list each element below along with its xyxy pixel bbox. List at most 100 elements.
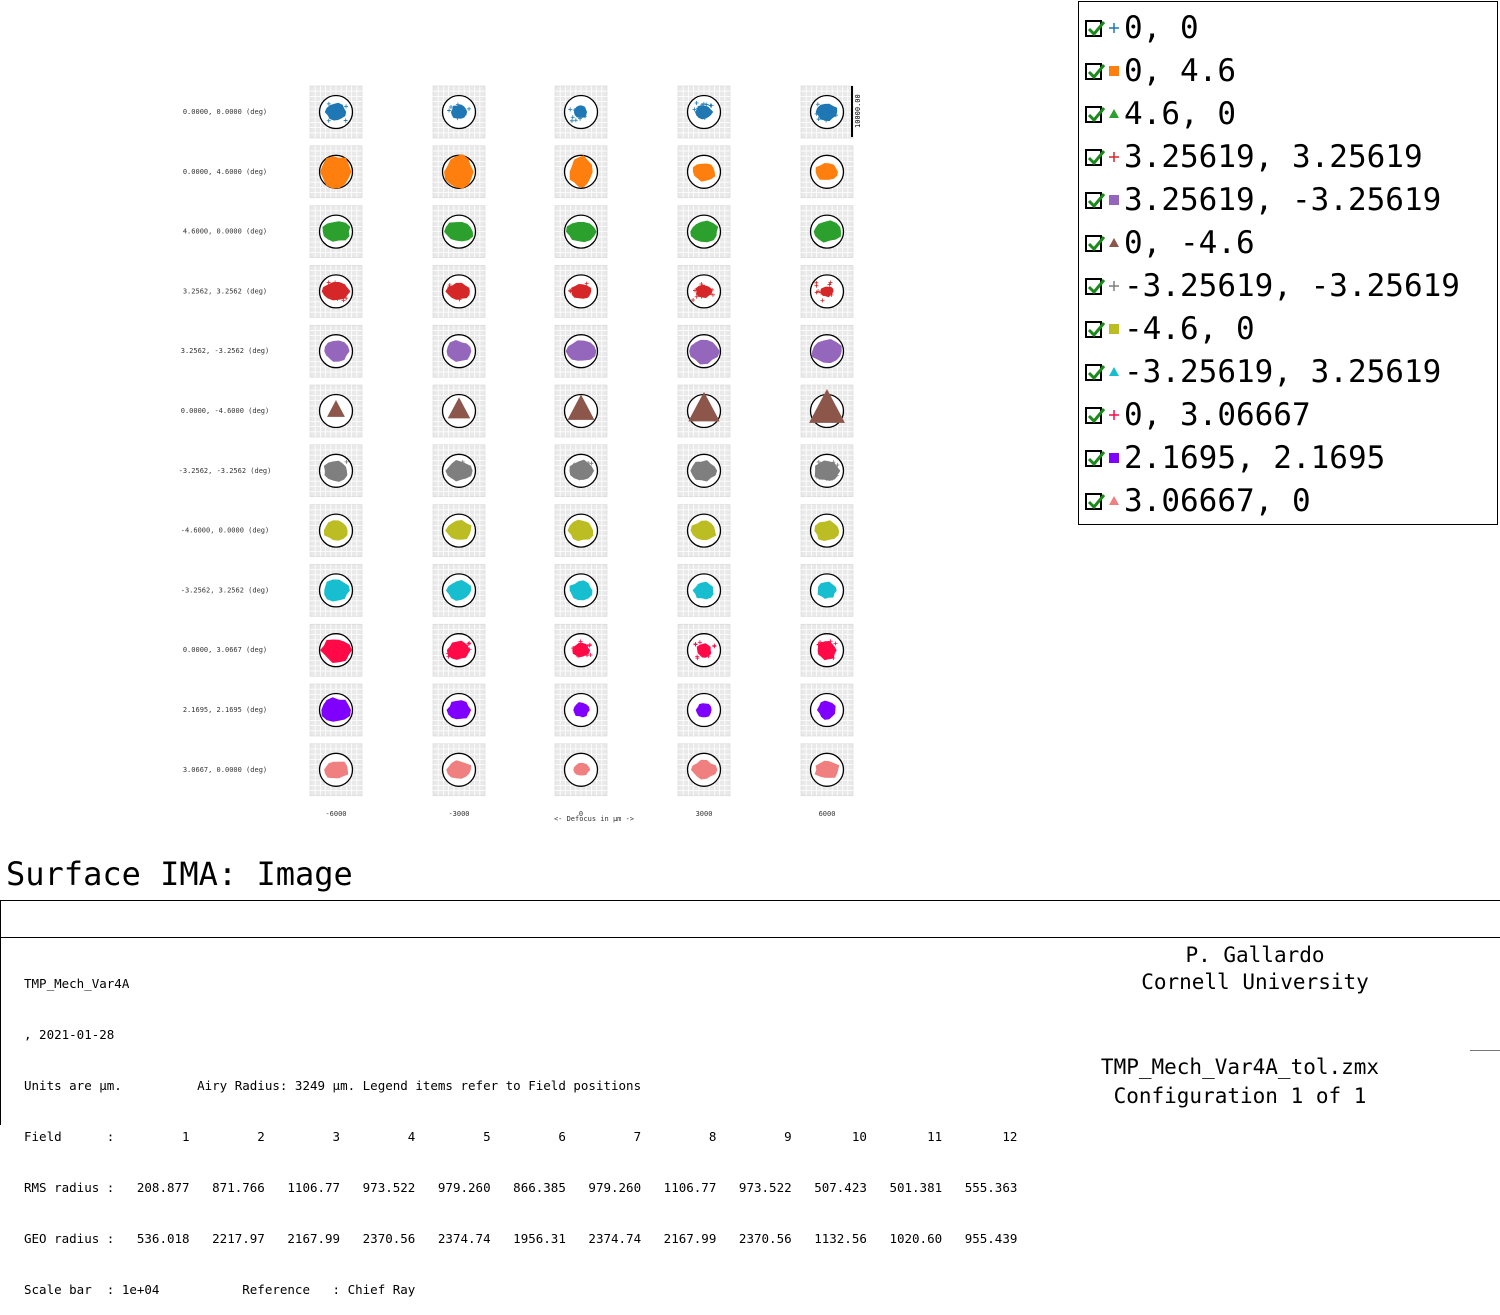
legend-checkbox[interactable] [1085,105,1106,123]
square-marker-icon [1107,194,1121,206]
footer-left-border [0,900,1,1125]
spot-cell [432,444,486,498]
spot-cell [554,384,608,438]
spot-cell [554,444,608,498]
legend-label: 0, 4.6 [1124,53,1236,89]
legend-checkbox[interactable] [1085,406,1106,424]
spot-cell [677,265,731,318]
legend-item[interactable]: 0, 4.6 [1085,51,1236,91]
spot-cell [432,145,486,199]
footer-info: TMP_Mech_Var4A , 2021-01-28 Units are µm… [24,941,1017,1315]
legend-checkbox[interactable] [1085,277,1106,295]
legend-label: -3.25619, 3.25619 [1124,354,1442,390]
cross-marker-icon [1107,151,1121,163]
spot-cell [800,743,854,797]
spot-cell [432,504,486,557]
legend-panel: 0, 0 0, 4.6 4.6, 0 3.25619, 3.25619 3.25619,… [1078,1,1498,525]
spot-pattern [324,761,349,779]
footer-line-scale: Scale bar : 1e+04 Reference : Chief Ray [24,1282,416,1297]
spot-diagram-matrix: 0.0000, 0.0000 (deg) 0.0000, 4.6000 (deg)… [179,85,862,823]
spot-cell [309,384,363,438]
spot-cell [677,145,731,199]
spot-cell [309,564,363,617]
field-label: 3.2562, 3.2562 (deg) [183,287,267,295]
spot-cell [800,205,854,258]
author-name: P. Gallardo [1185,943,1325,967]
small-divider [1470,1050,1500,1051]
legend-label: 4.6, 0 [1124,96,1236,132]
triangle-marker-icon [1107,237,1121,249]
triangle-marker-icon [1107,108,1121,120]
legend-item[interactable]: 0, -4.6 [1085,223,1255,263]
legend-label: 3.06667, 0 [1124,483,1311,519]
spot-cell [432,564,486,617]
legend-label: 3.25619, -3.25619 [1124,182,1442,218]
legend-checkbox[interactable] [1085,62,1106,80]
spot-cell [432,683,486,737]
spot-cell [677,85,731,139]
cross-marker-icon [1107,280,1121,292]
file-info: TMP_Mech_Var4A_tol.zmx Configuration 1 o… [1000,1053,1480,1111]
spot-cell [800,265,854,318]
file-name: TMP_Mech_Var4A_tol.zmx [1100,1055,1380,1079]
spot-cell [432,205,486,258]
spot-cell [677,564,731,617]
author-institution: Cornell University [1141,970,1369,994]
legend-item[interactable]: 3.25619, -3.25619 [1085,180,1441,220]
spot-cell [677,324,731,378]
legend-checkbox[interactable] [1085,492,1106,510]
legend-checkbox[interactable] [1085,234,1106,252]
legend-checkbox[interactable] [1085,363,1106,381]
defocus-tick-label: -6000 [325,810,346,818]
legend-item[interactable]: 0, 3.06667 [1085,395,1311,435]
legend-label: 3.25619, 3.25619 [1124,139,1423,175]
footer-line-title: TMP_Mech_Var4A [24,976,130,991]
footer-line-rms: RMS radius : 208.877 871.766 1106.77 973… [24,1180,1018,1195]
spot-cell [554,85,608,139]
spot-cell [800,623,854,677]
spot-cell [800,444,854,498]
spot-cell [554,743,608,797]
field-label: 0.0000, -4.6000 (deg) [181,407,270,415]
legend-checkbox[interactable] [1085,148,1106,166]
legend-checkbox[interactable] [1085,191,1106,209]
legend-checkbox[interactable] [1085,449,1106,467]
legend-item[interactable]: 2.1695, 2.1695 [1085,438,1385,478]
spot-cell [800,384,854,438]
spot-pattern [573,702,590,718]
spot-pattern [322,221,351,242]
legend-checkbox[interactable] [1085,320,1106,338]
square-marker-icon [1107,323,1121,335]
square-marker-icon [1107,452,1121,464]
spot-cell [677,623,731,677]
spot-cell [677,504,731,557]
legend-label: 0, 3.06667 [1124,397,1311,433]
legend-label: 0, -4.6 [1124,225,1255,261]
configuration-label: Configuration 1 of 1 [1113,1084,1367,1108]
legend-label: -3.25619, -3.25619 [1124,268,1460,304]
legend-item[interactable]: 0, 0 [1085,8,1199,48]
spot-pattern [321,697,351,722]
legend-item[interactable]: 3.25619, 3.25619 [1085,137,1423,177]
legend-item[interactable]: 4.6, 0 [1085,94,1236,134]
field-label: -3.2562, 3.2562 (deg) [181,586,270,594]
scale-bar-label: 10000.00 [854,94,862,128]
legend-item[interactable]: -3.25619, -3.25619 [1085,266,1460,306]
spot-cell [677,205,731,258]
field-label: 2.1695, 2.1695 (deg) [183,706,267,714]
spot-cell [309,324,363,378]
legend-label: 2.1695, 2.1695 [1124,440,1386,476]
legend-label: 0, 0 [1124,10,1199,46]
spot-cell [309,444,363,498]
legend-item[interactable]: -3.25619, 3.25619 [1085,352,1441,392]
spot-cell [554,683,608,737]
legend-item[interactable]: -4.6, 0 [1085,309,1255,349]
field-label: -4.6000, 0.0000 (deg) [181,527,270,535]
legend-checkbox[interactable] [1085,19,1106,37]
spot-cell [309,85,363,139]
field-label: 4.6000, 0.0000 (deg) [183,228,267,236]
spot-cell [800,324,854,378]
spot-cell [554,205,608,258]
spot-pattern [695,703,712,718]
legend-item[interactable]: 3.06667, 0 [1085,481,1311,521]
